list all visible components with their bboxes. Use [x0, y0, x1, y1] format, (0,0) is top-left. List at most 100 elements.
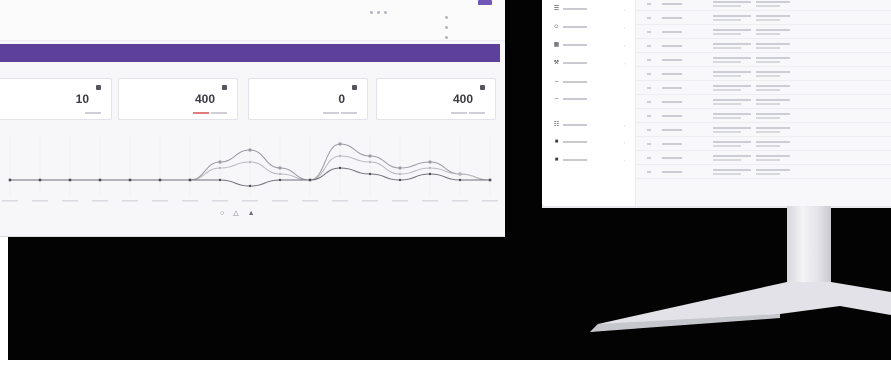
- data-point[interactable]: [428, 160, 432, 164]
- table-cell: [756, 75, 780, 77]
- data-point[interactable]: [308, 178, 312, 182]
- table-cell: [662, 3, 682, 5]
- table-row[interactable]: [635, 10, 891, 25]
- data-point[interactable]: [278, 172, 282, 176]
- stat-card[interactable]: 10: [0, 78, 112, 120]
- sidebar-item[interactable]: –: [553, 78, 635, 86]
- data-point[interactable]: [218, 160, 222, 164]
- data-point[interactable]: [278, 166, 282, 170]
- sidebar-item[interactable]: ■ ›: [553, 138, 635, 146]
- legend-toggle-icon[interactable]: ○: [220, 210, 224, 218]
- data-point[interactable]: [338, 154, 342, 158]
- sidebar-item[interactable]: –: [553, 95, 635, 103]
- sidebar-item[interactable]: ☺ ›: [553, 23, 635, 31]
- wrench-icon: ⚒: [553, 60, 560, 66]
- data-point[interactable]: [368, 154, 372, 158]
- table-row[interactable]: [635, 52, 891, 67]
- trend-bar: [193, 111, 209, 114]
- settings-icon[interactable]: [384, 11, 387, 14]
- header-action-button[interactable]: [478, 0, 492, 5]
- table-cell: [756, 57, 790, 59]
- stat-card[interactable]: 0: [248, 78, 368, 120]
- table-cell: [756, 131, 780, 133]
- filter-controls[interactable]: [370, 10, 440, 15]
- table-row[interactable]: [635, 80, 891, 95]
- legend-toggle-icon[interactable]: △: [233, 210, 238, 218]
- table-row[interactable]: [635, 66, 891, 81]
- data-point[interactable]: [98, 178, 102, 182]
- data-point[interactable]: [248, 148, 252, 152]
- data-point[interactable]: [128, 178, 132, 182]
- table-row[interactable]: [635, 136, 891, 151]
- data-point[interactable]: [218, 178, 222, 182]
- data-point[interactable]: [398, 166, 402, 170]
- data-point[interactable]: [368, 172, 372, 176]
- table-row[interactable]: [635, 164, 891, 179]
- x-tick-label: [92, 200, 108, 202]
- data-point[interactable]: [488, 178, 492, 182]
- data-table: [635, 0, 891, 206]
- table-cell: [713, 29, 751, 31]
- table-row[interactable]: [635, 150, 891, 165]
- data-point[interactable]: [278, 178, 282, 182]
- filter-icon[interactable]: [370, 11, 373, 14]
- stat-card[interactable]: 400: [118, 78, 238, 120]
- sidebar-item[interactable]: ⚒ ›: [553, 59, 635, 67]
- table-cell: [713, 141, 751, 143]
- dash-icon: –: [554, 96, 559, 102]
- data-point[interactable]: [398, 178, 402, 182]
- table-cell: [662, 59, 682, 61]
- table-cell: [662, 115, 682, 117]
- data-point[interactable]: [218, 166, 222, 170]
- table-cell: [647, 115, 651, 117]
- table-cell: [647, 45, 651, 47]
- item-icon: [445, 35, 448, 39]
- trend-bar: [469, 111, 485, 114]
- sidebar-item[interactable]: ☰ ›: [553, 5, 635, 13]
- sidebar-item[interactable]: ☷ ›: [553, 121, 635, 129]
- data-point[interactable]: [338, 142, 342, 146]
- data-point[interactable]: [338, 166, 342, 170]
- table-cell: [756, 173, 780, 175]
- data-point[interactable]: [368, 160, 372, 164]
- data-point[interactable]: [428, 166, 432, 170]
- refresh-icon[interactable]: [377, 11, 380, 14]
- sidebar-item-label: [563, 26, 587, 28]
- data-point[interactable]: [8, 178, 12, 182]
- stat-value: 0: [338, 92, 345, 106]
- data-point[interactable]: [428, 172, 432, 176]
- data-point[interactable]: [248, 184, 252, 188]
- table-row[interactable]: [635, 38, 891, 53]
- table-row[interactable]: [635, 122, 891, 137]
- data-point[interactable]: [458, 178, 462, 182]
- table-row[interactable]: [635, 24, 891, 39]
- trend-bar: [85, 111, 101, 114]
- left-monitor-screen: 10 400 0 400 ○ △ ▲: [0, 0, 505, 237]
- table-cell: [756, 155, 790, 157]
- table-cell: [713, 85, 751, 87]
- sidebar-item[interactable]: ▦ ›: [553, 41, 635, 49]
- data-point[interactable]: [398, 172, 402, 176]
- dropdown-item[interactable]: [445, 12, 475, 22]
- legend-toggle-icon[interactable]: ▲: [248, 210, 255, 218]
- table-row[interactable]: [635, 94, 891, 109]
- data-point[interactable]: [188, 178, 192, 182]
- stat-card[interactable]: 400: [376, 78, 496, 120]
- dropdown-item[interactable]: [445, 22, 475, 32]
- data-point[interactable]: [248, 160, 252, 164]
- data-point[interactable]: [158, 178, 162, 182]
- table-cell: [713, 113, 751, 115]
- table-cell: [713, 145, 741, 147]
- table-cell: [756, 47, 780, 49]
- x-tick-label: [32, 200, 48, 202]
- dropdown-item[interactable]: [445, 32, 475, 42]
- table-row[interactable]: [635, 108, 891, 123]
- table-cell: [662, 171, 682, 173]
- data-point[interactable]: [38, 178, 42, 182]
- trend-bar: [451, 111, 467, 114]
- chart-legend-controls: ○ △ ▲: [220, 210, 260, 218]
- data-point[interactable]: [68, 178, 72, 182]
- table-cell: [662, 73, 682, 75]
- sidebar-item[interactable]: ■ ›: [553, 156, 635, 164]
- data-point[interactable]: [458, 172, 462, 176]
